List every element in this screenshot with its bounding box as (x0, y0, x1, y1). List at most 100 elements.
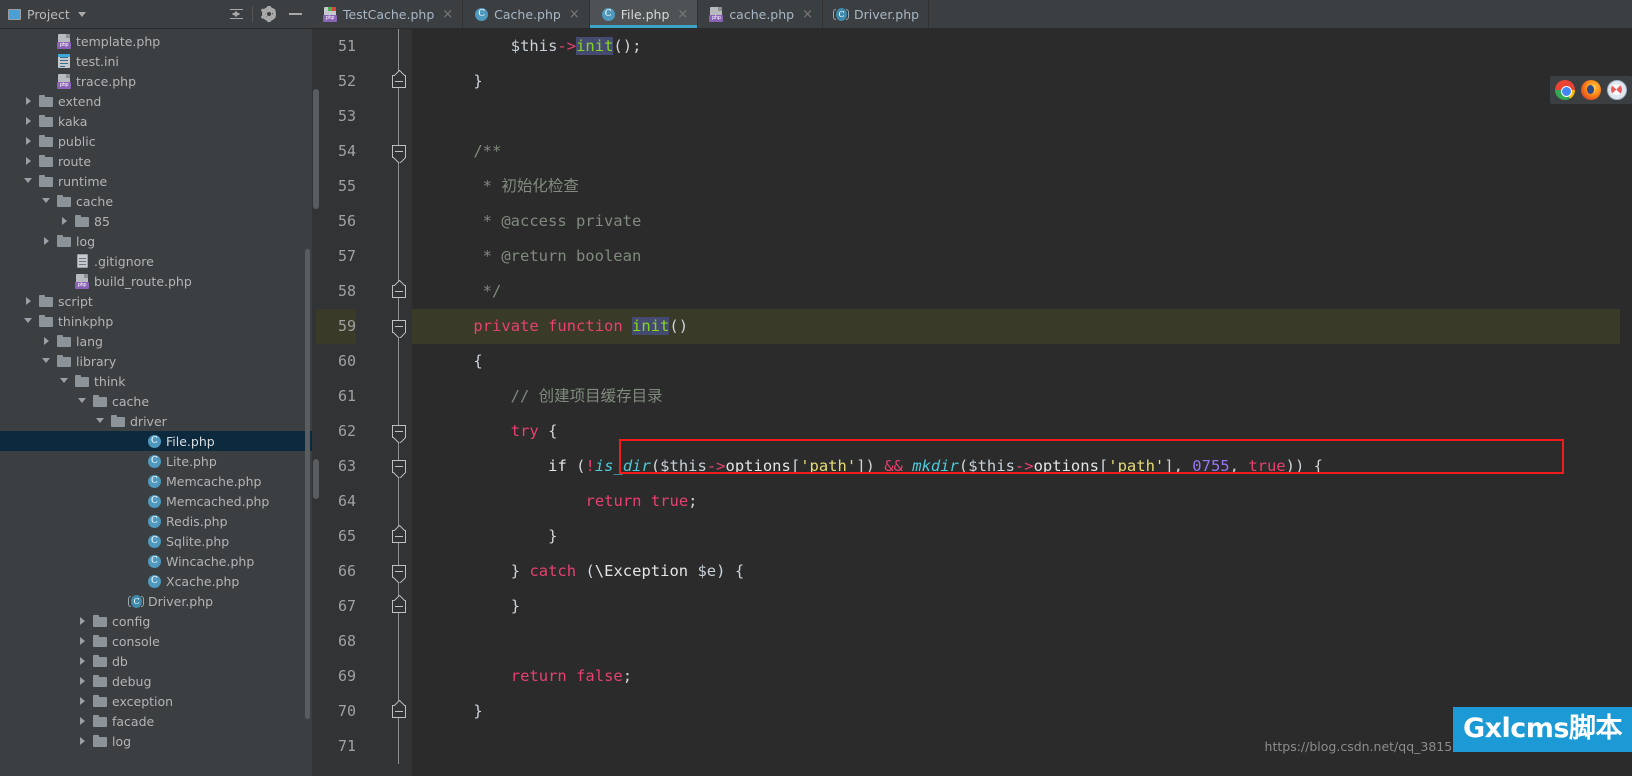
chevron-right-icon[interactable] (78, 636, 88, 646)
code-line[interactable]: /** (412, 134, 1620, 169)
tree-item-wincache-php[interactable]: C Wincache.php (0, 551, 312, 571)
code-fold-toggle[interactable] (392, 530, 406, 543)
tree-item-kaka[interactable]: kaka (0, 111, 312, 131)
code-line[interactable] (412, 99, 1620, 134)
tree-item-route[interactable]: route (0, 151, 312, 171)
chevron-right-icon[interactable] (78, 736, 88, 746)
close-icon[interactable]: × (802, 8, 813, 21)
chevron-right-icon[interactable] (78, 696, 88, 706)
code-line[interactable]: try { (412, 414, 1620, 449)
tree-item-85[interactable]: 85 (0, 211, 312, 231)
code-line[interactable]: } (412, 694, 1620, 729)
editor-right-rail[interactable] (1620, 29, 1632, 776)
code-fold-toggle[interactable] (392, 145, 406, 158)
tree-item-thinkphp[interactable]: thinkphp (0, 311, 312, 331)
minimize-panel-button[interactable] (282, 1, 308, 27)
tree-item-cache[interactable]: cache (0, 191, 312, 211)
code-line[interactable]: } (412, 589, 1620, 624)
editor-code-area[interactable]: $this->init(); } /** * 初始化检查 * @access p… (412, 29, 1620, 776)
code-line[interactable]: // 创建项目缓存目录 (412, 379, 1620, 414)
tree-item-db[interactable]: db (0, 651, 312, 671)
chevron-right-icon[interactable] (78, 616, 88, 626)
code-line[interactable]: if (!is_dir($this->options['path']) && m… (412, 449, 1620, 484)
code-line[interactable]: return false; (412, 659, 1620, 694)
code-fold-toggle[interactable] (392, 285, 406, 298)
tree-item-script[interactable]: script (0, 291, 312, 311)
tree-item-redis-php[interactable]: C Redis.php (0, 511, 312, 531)
chevron-down-icon[interactable] (77, 11, 86, 17)
code-line[interactable]: return true; (412, 484, 1620, 519)
code-line[interactable]: * @access private (412, 204, 1620, 239)
tree-item-think[interactable]: think (0, 371, 312, 391)
tree-item-facade[interactable]: facade (0, 711, 312, 731)
chevron-right-icon[interactable] (24, 116, 34, 126)
tree-item-driver-php[interactable]: C Driver.php (0, 591, 312, 611)
tree-item-library[interactable]: library (0, 351, 312, 371)
code-line[interactable]: */ (412, 274, 1620, 309)
tree-item--gitignore[interactable]: .gitignore (0, 251, 312, 271)
chevron-right-icon[interactable] (24, 296, 34, 306)
tree-item-debug[interactable]: debug (0, 671, 312, 691)
code-fold-toggle[interactable] (392, 705, 406, 718)
tree-item-runtime[interactable]: runtime (0, 171, 312, 191)
chevron-down-icon[interactable] (24, 176, 34, 186)
tree-item-build_route-php[interactable]: php build_route.php (0, 271, 312, 291)
code-fold-toggle[interactable] (392, 460, 406, 473)
code-fold-toggle[interactable] (392, 320, 406, 333)
code-line[interactable]: $this->init(); (412, 29, 1620, 64)
editor-tab-testcache-php[interactable]: php TestCache.php × (312, 0, 464, 28)
tree-item-lang[interactable]: lang (0, 331, 312, 351)
tree-item-exception[interactable]: exception (0, 691, 312, 711)
tree-item-extend[interactable]: extend (0, 91, 312, 111)
chevron-right-icon[interactable] (60, 216, 70, 226)
code-fold-toggle[interactable] (392, 75, 406, 88)
tree-item-lite-php[interactable]: C Lite.php (0, 451, 312, 471)
tree-item-sqlite-php[interactable]: C Sqlite.php (0, 531, 312, 551)
chevron-right-icon[interactable] (24, 96, 34, 106)
chevron-right-icon[interactable] (78, 676, 88, 686)
project-tree-scrollbar[interactable] (305, 249, 310, 719)
code-line[interactable]: { (412, 344, 1620, 379)
code-fold-toggle[interactable] (392, 565, 406, 578)
code-line[interactable]: * @return boolean (412, 239, 1620, 274)
chevron-down-icon[interactable] (96, 416, 106, 426)
code-line[interactable]: } catch (\Exception $e) { (412, 554, 1620, 589)
tree-item-public[interactable]: public (0, 131, 312, 151)
chevron-right-icon[interactable] (78, 716, 88, 726)
tree-item-config[interactable]: config (0, 611, 312, 631)
chevron-down-icon[interactable] (78, 396, 88, 406)
close-icon[interactable]: × (442, 8, 453, 21)
editor-gutter[interactable]: 51 52 53 54 55 56 57 58 59 60 61 62 63 64 65 66 67 68 69 70… (316, 29, 412, 776)
tree-item-file-php[interactable]: C File.php (0, 431, 312, 451)
code-line[interactable]: * 初始化检查 (412, 169, 1620, 204)
chevron-down-icon[interactable] (42, 356, 52, 366)
editor-tab-cache-php[interactable]: php cache.php × (698, 0, 824, 28)
chevron-right-icon[interactable] (24, 156, 34, 166)
tree-item-xcache-php[interactable]: C Xcache.php (0, 571, 312, 591)
tree-item-trace-php[interactable]: php trace.php (0, 71, 312, 91)
tree-item-test-ini[interactable]: test.ini (0, 51, 312, 71)
chevron-right-icon[interactable] (24, 136, 34, 146)
code-fold-toggle[interactable] (392, 600, 406, 613)
tree-item-driver[interactable]: driver (0, 411, 312, 431)
chevron-down-icon[interactable] (24, 316, 34, 326)
close-icon[interactable]: × (569, 8, 580, 21)
tree-item-log[interactable]: log (0, 231, 312, 251)
tree-item-console[interactable]: console (0, 631, 312, 651)
chevron-right-icon[interactable] (42, 236, 52, 246)
project-tree[interactable]: php template.php test.ini php trace.php exten… (0, 29, 312, 776)
code-line[interactable] (412, 624, 1620, 659)
safari-icon[interactable] (1607, 80, 1627, 100)
editor-tab-cache-php[interactable]: C Cache.php × (463, 0, 590, 28)
editor-tab-file-php[interactable]: C File.php × (589, 0, 699, 28)
chrome-icon[interactable] (1555, 80, 1575, 100)
chevron-right-icon[interactable] (78, 656, 88, 666)
code-line[interactable]: private function init() (412, 309, 1620, 344)
collapse-all-button[interactable] (223, 1, 249, 27)
chevron-down-icon[interactable] (42, 196, 52, 206)
editor-tab-driver-php[interactable]: C Driver.php (823, 0, 930, 28)
project-panel-title-group[interactable]: Project (0, 7, 86, 22)
close-icon[interactable]: × (677, 8, 688, 21)
code-line[interactable]: } (412, 519, 1620, 554)
code-editor[interactable]: 51 52 53 54 55 56 57 58 59 60 61 62 63 64 65 66 67 68 69 70… (312, 29, 1632, 776)
